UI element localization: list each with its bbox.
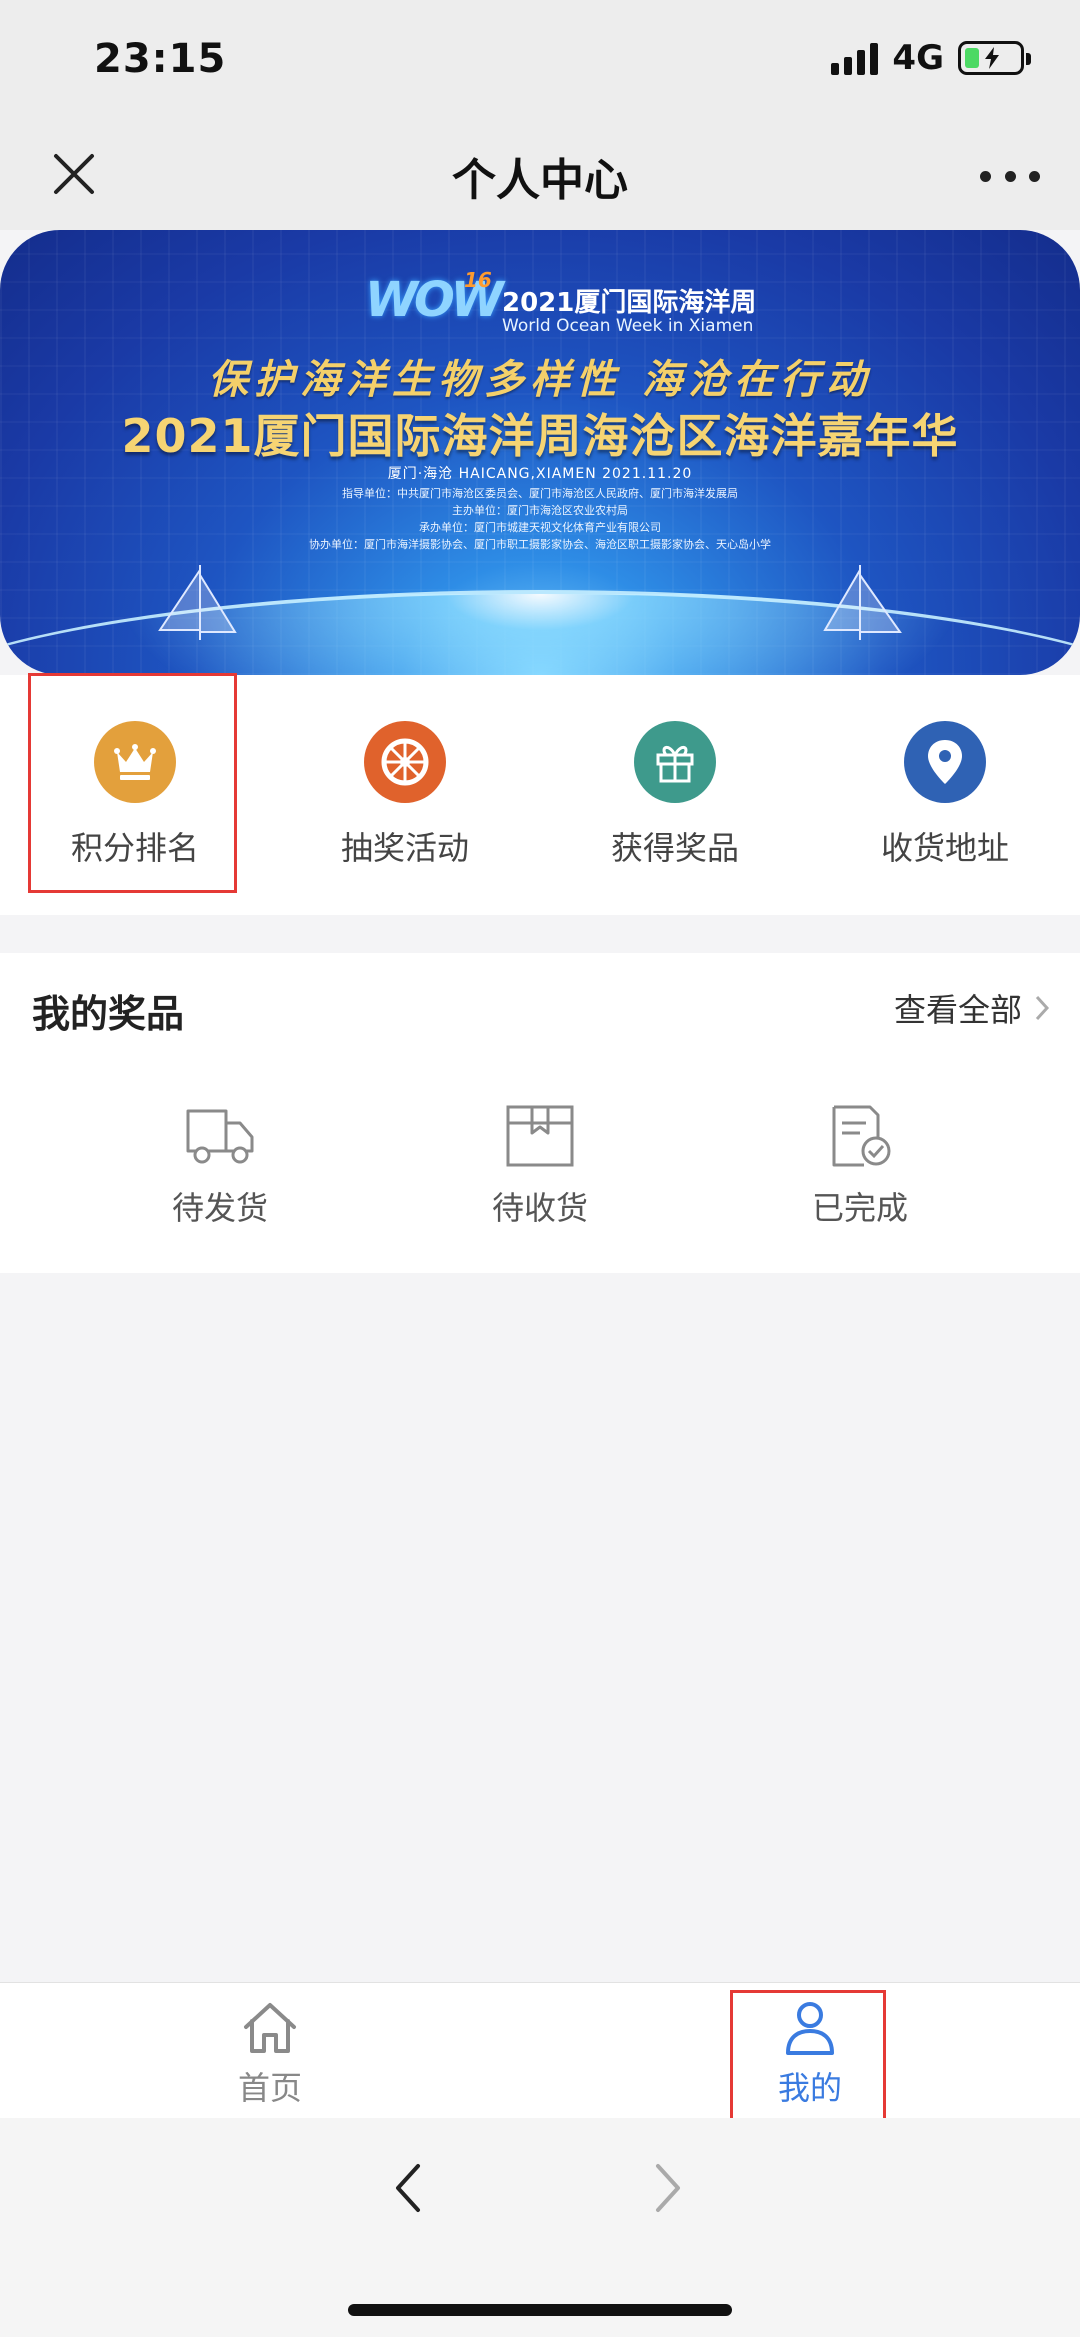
menu-label: 收货地址: [880, 829, 1009, 867]
banner-date: 厦门·海沧 HAICANG,XIAMEN 2021.11.20: [387, 466, 693, 482]
home-indicator: [348, 2304, 732, 2316]
prize-status-row: 待发货 待收货 已完成: [0, 1103, 1080, 1229]
back-arrow-icon[interactable]: [390, 2158, 426, 2218]
view-all-label: 查看全部: [893, 991, 1022, 1029]
section-title: 我的奖品: [32, 992, 185, 1036]
menu-label: 抽奖活动: [340, 829, 469, 867]
chevron-right-icon: [1035, 995, 1050, 1021]
tab-home[interactable]: 首页: [0, 1983, 540, 2119]
menu-prizes-won[interactable]: 获得奖品: [540, 675, 810, 915]
prize-pending-receipt[interactable]: 待收货: [420, 1103, 660, 1229]
banner-event-name-en: World Ocean Week in Xiamen: [502, 316, 754, 336]
view-all-link[interactable]: 查看全部: [894, 985, 1050, 1031]
event-banner[interactable]: WOW 16 2021厦门国际海洋周 World Ocean Week in X…: [0, 230, 1080, 675]
document-check-icon: [832, 1105, 891, 1167]
my-prizes-section: 我的奖品 查看全部 待发货 待收货 已完成: [0, 953, 1080, 1273]
truck-icon: [186, 1109, 254, 1164]
forward-arrow-icon[interactable]: [650, 2158, 686, 2218]
banner-organizers: 指导单位：中共厦门市海沧区委员会、厦门市海沧区人民政府、厦门市海洋发展局 主办单…: [0, 485, 1080, 553]
tab-label: 首页: [237, 2069, 302, 2107]
package-icon: [506, 1105, 574, 1167]
home-icon: [244, 2003, 296, 2053]
wheel-icon: [364, 721, 446, 803]
location-pin-icon: [904, 721, 986, 803]
prize-pending-shipment[interactable]: 待发货: [100, 1103, 340, 1229]
title-bar: 个人中心: [0, 120, 1080, 230]
highlight-annotation: [730, 1990, 886, 2122]
network-type: 4G: [892, 38, 944, 78]
status-bar: 23:15 4G: [0, 0, 1080, 120]
organizer-line: 承办单位：厦门市城建天视文化体育产业有限公司: [419, 521, 661, 534]
organizer-line: 主办单位：厦门市海沧区农业农村局: [452, 504, 628, 517]
banner-headline: 2021厦门国际海洋周海沧区海洋嘉年华: [121, 409, 959, 463]
status-time: 23:15: [94, 36, 227, 82]
menu-shipping-address[interactable]: 收货地址: [810, 675, 1080, 915]
browser-nav-bar: [0, 2118, 1080, 2337]
prize-completed[interactable]: 已完成: [740, 1103, 980, 1229]
banner-slogan: 保护海洋生物多样性 海沧在行动: [208, 356, 872, 403]
gift-icon: [634, 721, 716, 803]
prize-status-label: 待收货: [491, 1189, 588, 1227]
sailboat-icon: [158, 565, 237, 640]
banner-event-name: 2021厦门国际海洋周: [502, 288, 757, 318]
prize-status-label: 已完成: [811, 1189, 908, 1227]
page-title: 个人中心: [452, 155, 628, 206]
prize-status-label: 待发货: [171, 1189, 268, 1227]
highlight-annotation: [28, 673, 237, 893]
more-options-button[interactable]: [980, 168, 1040, 184]
battery-icon: [958, 41, 1031, 75]
signal-icon: [831, 41, 879, 75]
more-dots-icon: [980, 170, 991, 182]
organizer-line: 指导单位：中共厦门市海沧区委员会、厦门市海沧区人民政府、厦门市海洋发展局: [342, 487, 738, 500]
menu-lottery[interactable]: 抽奖活动: [270, 675, 540, 915]
menu-label: 获得奖品: [610, 829, 739, 867]
sailboat-icon: [823, 565, 902, 640]
status-indicators: 4G: [831, 38, 1031, 78]
bottom-tab-bar: 首页 我的: [0, 1982, 1080, 2118]
organizer-line: 协办单位：厦门市海洋摄影协会、厦门市职工摄影家协会、海沧区职工摄影家协会、天心岛…: [309, 538, 771, 551]
wow-edition: 16: [464, 268, 492, 292]
